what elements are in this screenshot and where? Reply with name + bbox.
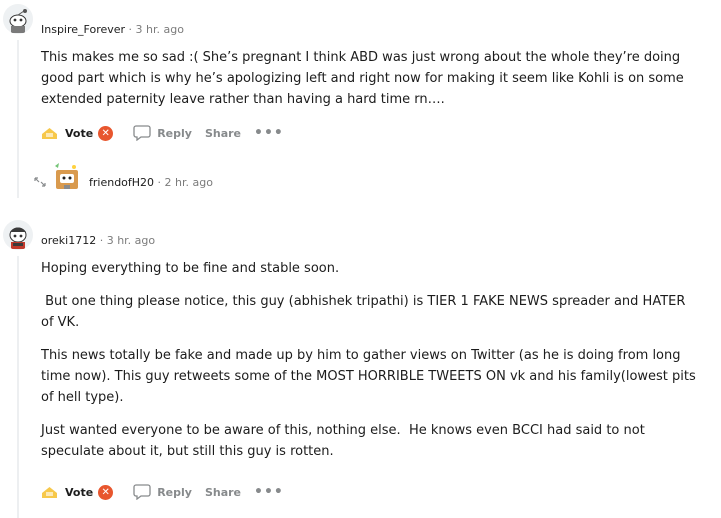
- comment-paragraph: But one thing please notice, this guy (a…: [41, 294, 690, 330]
- reply-label: Reply: [157, 126, 192, 140]
- more-dots-icon[interactable]: •••: [254, 126, 284, 140]
- award-icon: [42, 487, 57, 498]
- comment-actions: Vote ✕ Reply Share •••: [41, 482, 284, 502]
- thread-line[interactable]: [17, 40, 19, 198]
- comment-paragraph: Hoping everything to be fine and stable …: [41, 261, 340, 276]
- snoo-avatar-icon: [3, 220, 33, 250]
- comment-actions: Vote ✕ Reply Share •••: [41, 123, 284, 143]
- meta-separator: ·: [99, 234, 104, 247]
- robot-avatar-icon: [55, 163, 78, 189]
- avatar[interactable]: [3, 4, 33, 34]
- username[interactable]: Inspire_Forever: [41, 23, 125, 36]
- award-icon: [42, 128, 57, 139]
- comment-body: This makes me so sad :( She’s pregnant I…: [41, 47, 701, 110]
- comment-paragraph: Just wanted everyone to be aware of this…: [41, 423, 649, 459]
- avatar[interactable]: [3, 220, 33, 250]
- timestamp[interactable]: 3 hr. ago: [107, 234, 155, 247]
- x-icon[interactable]: ✕: [98, 125, 114, 141]
- timestamp[interactable]: 2 hr. ago: [165, 176, 213, 189]
- reply-button[interactable]: Reply: [133, 484, 192, 500]
- comment-meta: friendofH20 · 2 hr. ago: [89, 176, 213, 189]
- thread-line[interactable]: [17, 256, 19, 518]
- username[interactable]: oreki1712: [41, 234, 96, 247]
- username[interactable]: friendofH20: [89, 176, 154, 189]
- share-button[interactable]: Share: [205, 127, 241, 140]
- vote-label: Vote: [65, 485, 94, 499]
- comment-paragraph: This makes me so sad :( She’s pregnant I…: [41, 50, 684, 107]
- expand-arrows-icon[interactable]: [33, 176, 47, 188]
- vote-button[interactable]: Vote: [41, 485, 93, 499]
- meta-separator: ·: [128, 23, 133, 36]
- reply-label: Reply: [157, 485, 192, 499]
- vote-label: Vote: [65, 126, 94, 140]
- comment-body: Hoping everything to be fine and stable …: [41, 258, 701, 462]
- vote-button[interactable]: Vote: [41, 126, 93, 140]
- comment-meta: Inspire_Forever · 3 hr. ago: [41, 23, 184, 36]
- speech-bubble-icon: [133, 125, 151, 141]
- more-dots-icon[interactable]: •••: [254, 485, 284, 499]
- reply-button[interactable]: Reply: [133, 125, 192, 141]
- snoo-avatar-icon: [3, 4, 33, 34]
- avatar[interactable]: [52, 162, 82, 192]
- speech-bubble-icon: [133, 484, 151, 500]
- meta-separator: ·: [157, 176, 162, 189]
- x-icon[interactable]: ✕: [98, 484, 114, 500]
- comment-paragraph: This news totally be fake and made up by…: [41, 348, 700, 405]
- comment-meta: oreki1712 · 3 hr. ago: [41, 234, 155, 247]
- timestamp[interactable]: 3 hr. ago: [136, 23, 184, 36]
- share-button[interactable]: Share: [205, 486, 241, 499]
